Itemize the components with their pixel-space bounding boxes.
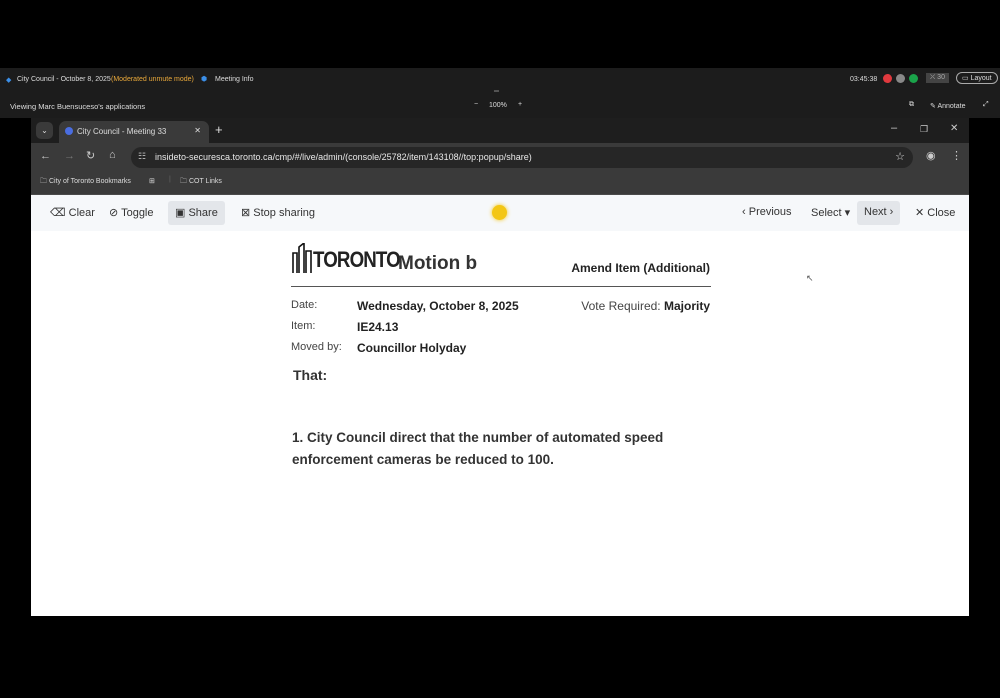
annotate-button[interactable]: ✎ Annotate — [930, 102, 965, 110]
home-button[interactable]: ⌂ — [109, 149, 116, 161]
stop-sharing-label: Stop sharing — [253, 207, 316, 219]
favicon-icon — [65, 127, 73, 135]
apps-icon[interactable]: ⊞ — [149, 177, 155, 185]
url-text: insideto-securesca.toronto.ca/cmp/#/live… — [155, 152, 532, 162]
screen-icon[interactable]: ⧉ — [909, 101, 914, 109]
participants-count[interactable]: ⛌ 30 — [926, 73, 949, 83]
tab-city-council[interactable]: City Council - Meeting 33 ✕ — [59, 121, 209, 143]
item-label: Item: — [291, 320, 316, 332]
zoom-in-button[interactable]: + — [518, 101, 522, 108]
fullscreen-icon[interactable]: ⤢ — [983, 101, 989, 109]
viewing-label: Viewing Marc Buensuceso's applications — [10, 102, 146, 111]
tab-title: City Council - Meeting 33 — [77, 127, 167, 136]
toggle-label: Toggle — [121, 207, 154, 219]
bookmarks-bar: 🗀 City of Toronto Bookmarks ⊞ | 🗀 COT Li… — [31, 172, 969, 195]
layout-button[interactable]: ▭ Layout — [956, 72, 998, 84]
previous-label: Previous — [748, 206, 792, 218]
date-label: Date: — [291, 299, 318, 311]
bookmark-star-icon[interactable]: ☆ — [895, 150, 905, 163]
site-info-icon[interactable]: ☷ — [138, 151, 146, 162]
bookmark-cot-links[interactable]: 🗀 COT Links — [180, 177, 222, 188]
audio-icon[interactable] — [909, 74, 918, 83]
close-window-button[interactable]: ✕ — [950, 123, 958, 134]
next-button[interactable]: Next › — [857, 201, 901, 225]
tab-search-button[interactable]: ⌄ — [36, 122, 53, 139]
select-label: Select — [811, 207, 842, 219]
zoom-out-button[interactable]: − — [474, 101, 478, 108]
logo-text: TORONTO — [313, 247, 401, 272]
clear-label: Clear — [68, 207, 95, 219]
that-heading: That: — [293, 367, 328, 383]
mouse-cursor-icon: ↖ — [806, 273, 814, 283]
layout-label: Layout — [970, 75, 992, 82]
bookmark-label: City of Toronto Bookmarks — [48, 178, 131, 185]
profile-icon[interactable]: ◉ — [926, 149, 936, 162]
annotate-label: Annotate — [937, 103, 966, 110]
moved-by-value: Councillor Holyday — [357, 341, 467, 355]
status-icon[interactable] — [896, 74, 905, 83]
bookmark-city-of-toronto[interactable]: 🗀 City of Toronto Bookmarks — [40, 177, 131, 188]
share-toolbar: ⌫ Clear ⊘ Toggle ▣ Share ⊠ Stop sharing … — [31, 195, 969, 231]
cursor-highlight — [492, 205, 507, 220]
toronto-logo: TORONTO — [291, 241, 415, 275]
meeting-info-button[interactable]: Meeting Info — [215, 76, 254, 83]
clock: 03:45:38 — [850, 76, 878, 83]
record-icon[interactable] — [883, 74, 892, 83]
header-divider — [291, 286, 711, 287]
back-button[interactable]: ← — [40, 150, 51, 162]
motion-type: Amend Item (Additional) — [571, 261, 710, 275]
vote-value: Majority — [663, 299, 710, 313]
meeting-bar: ◆ City Council - October 8, 2025 (Modera… — [0, 68, 1000, 118]
close-tab-icon[interactable]: ✕ — [194, 126, 201, 135]
webex-icon: ◆ — [6, 77, 12, 84]
share-label: Share — [188, 207, 218, 219]
close-button[interactable]: ✕ Close — [908, 201, 962, 225]
url-field[interactable]: ☷ insideto-securesca.toronto.ca/cmp/#/li… — [131, 147, 913, 168]
item-value: IE24.13 — [357, 320, 399, 334]
tab-strip: ⌄ City Council - Meeting 33 ✕ + – ❐ ✕ — [31, 118, 969, 143]
clear-button[interactable]: ⌫ Clear — [43, 201, 102, 225]
zoom-level: 100% — [489, 102, 507, 109]
new-tab-button[interactable]: + — [215, 122, 223, 137]
address-bar-row: ← → ↻ ⌂ ☷ insideto-securesca.toronto.ca/… — [31, 143, 969, 172]
page-content: ⌫ Clear ⊘ Toggle ▣ Share ⊠ Stop sharing … — [31, 195, 969, 616]
moved-by-label: Moved by: — [291, 341, 342, 353]
next-label: Next — [864, 206, 887, 218]
vote-required: Vote Required: Majority — [581, 299, 710, 313]
forward-button[interactable]: → — [64, 150, 75, 162]
meeting-title: City Council - October 8, 2025 — [17, 76, 111, 83]
select-dropdown[interactable]: Select ▾ — [804, 201, 857, 225]
minimize-button[interactable]: – — [891, 122, 897, 134]
share-button[interactable]: ▣ Share — [168, 201, 225, 225]
close-label: Close — [927, 207, 956, 219]
mode-label: (Moderated unmute mode) — [111, 76, 194, 83]
browser-window: ⌄ City Council - Meeting 33 ✕ + – ❐ ✕ ← … — [31, 118, 969, 616]
previous-button[interactable]: ‹ Previous — [735, 201, 799, 225]
divider: | — [169, 176, 171, 183]
motion-text: 1. City Council direct that the number o… — [292, 430, 664, 467]
reload-button[interactable]: ↻ — [86, 149, 95, 162]
motion-title: Motion b — [398, 253, 478, 274]
restore-button[interactable]: ❐ — [920, 124, 928, 135]
toggle-button[interactable]: ⊘ Toggle — [102, 201, 161, 225]
drag-handle[interactable]: ═ — [494, 88, 499, 95]
shield-icon: ⬢ — [201, 76, 208, 83]
vote-label: Vote Required: — [581, 299, 661, 313]
menu-icon[interactable]: ⋮ — [951, 149, 962, 162]
bookmark-label: COT Links — [188, 178, 222, 185]
date-value: Wednesday, October 8, 2025 — [357, 299, 519, 313]
participants-number: 30 — [937, 74, 945, 81]
stop-sharing-button[interactable]: ⊠ Stop sharing — [234, 201, 322, 225]
